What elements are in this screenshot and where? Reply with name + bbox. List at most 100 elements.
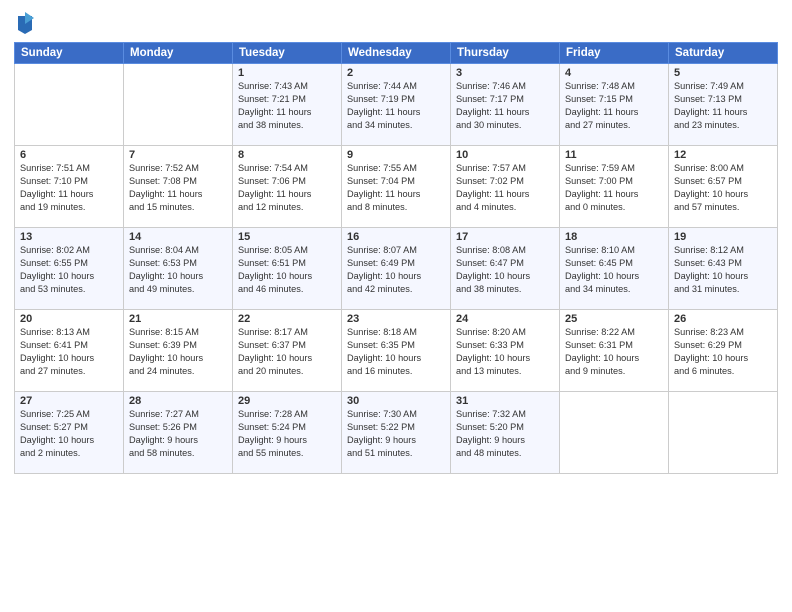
day-info: Sunrise: 7:52 AM Sunset: 7:08 PM Dayligh…: [129, 162, 227, 214]
day-info: Sunrise: 8:18 AM Sunset: 6:35 PM Dayligh…: [347, 326, 445, 378]
day-info: Sunrise: 7:57 AM Sunset: 7:02 PM Dayligh…: [456, 162, 554, 214]
header: [14, 10, 778, 34]
day-number: 15: [238, 231, 336, 243]
calendar-day-cell: 28Sunrise: 7:27 AM Sunset: 5:26 PM Dayli…: [124, 392, 233, 474]
day-info: Sunrise: 8:04 AM Sunset: 6:53 PM Dayligh…: [129, 244, 227, 296]
day-number: 3: [456, 67, 554, 79]
day-number: 26: [674, 313, 772, 325]
calendar-week-row: 27Sunrise: 7:25 AM Sunset: 5:27 PM Dayli…: [15, 392, 778, 474]
day-info: Sunrise: 8:13 AM Sunset: 6:41 PM Dayligh…: [20, 326, 118, 378]
calendar-day-cell: 8Sunrise: 7:54 AM Sunset: 7:06 PM Daylig…: [233, 146, 342, 228]
day-of-week-header: Sunday: [15, 43, 124, 64]
calendar-day-cell: 26Sunrise: 8:23 AM Sunset: 6:29 PM Dayli…: [669, 310, 778, 392]
day-of-week-header: Monday: [124, 43, 233, 64]
logo: [14, 14, 34, 34]
day-info: Sunrise: 7:55 AM Sunset: 7:04 PM Dayligh…: [347, 162, 445, 214]
calendar-week-row: 6Sunrise: 7:51 AM Sunset: 7:10 PM Daylig…: [15, 146, 778, 228]
calendar-day-cell: 17Sunrise: 8:08 AM Sunset: 6:47 PM Dayli…: [451, 228, 560, 310]
day-info: Sunrise: 7:25 AM Sunset: 5:27 PM Dayligh…: [20, 408, 118, 460]
day-info: Sunrise: 7:46 AM Sunset: 7:17 PM Dayligh…: [456, 80, 554, 132]
day-number: 6: [20, 149, 118, 161]
day-number: 13: [20, 231, 118, 243]
calendar-day-cell: 5Sunrise: 7:49 AM Sunset: 7:13 PM Daylig…: [669, 64, 778, 146]
day-number: 14: [129, 231, 227, 243]
day-number: 5: [674, 67, 772, 79]
calendar-day-cell: 15Sunrise: 8:05 AM Sunset: 6:51 PM Dayli…: [233, 228, 342, 310]
day-info: Sunrise: 7:49 AM Sunset: 7:13 PM Dayligh…: [674, 80, 772, 132]
calendar-day-cell: 22Sunrise: 8:17 AM Sunset: 6:37 PM Dayli…: [233, 310, 342, 392]
calendar-day-cell: [669, 392, 778, 474]
calendar-day-cell: 7Sunrise: 7:52 AM Sunset: 7:08 PM Daylig…: [124, 146, 233, 228]
day-number: 12: [674, 149, 772, 161]
calendar-day-cell: 27Sunrise: 7:25 AM Sunset: 5:27 PM Dayli…: [15, 392, 124, 474]
day-number: 19: [674, 231, 772, 243]
day-number: 21: [129, 313, 227, 325]
day-number: 10: [456, 149, 554, 161]
calendar-day-cell: 16Sunrise: 8:07 AM Sunset: 6:49 PM Dayli…: [342, 228, 451, 310]
calendar-day-cell: 9Sunrise: 7:55 AM Sunset: 7:04 PM Daylig…: [342, 146, 451, 228]
calendar-day-cell: 30Sunrise: 7:30 AM Sunset: 5:22 PM Dayli…: [342, 392, 451, 474]
calendar-day-cell: 29Sunrise: 7:28 AM Sunset: 5:24 PM Dayli…: [233, 392, 342, 474]
day-number: 1: [238, 67, 336, 79]
calendar-day-cell: 1Sunrise: 7:43 AM Sunset: 7:21 PM Daylig…: [233, 64, 342, 146]
day-info: Sunrise: 7:30 AM Sunset: 5:22 PM Dayligh…: [347, 408, 445, 460]
calendar-week-row: 13Sunrise: 8:02 AM Sunset: 6:55 PM Dayli…: [15, 228, 778, 310]
day-number: 30: [347, 395, 445, 407]
calendar-day-cell: 4Sunrise: 7:48 AM Sunset: 7:15 PM Daylig…: [560, 64, 669, 146]
day-info: Sunrise: 8:05 AM Sunset: 6:51 PM Dayligh…: [238, 244, 336, 296]
day-info: Sunrise: 8:23 AM Sunset: 6:29 PM Dayligh…: [674, 326, 772, 378]
day-of-week-header: Wednesday: [342, 43, 451, 64]
day-number: 2: [347, 67, 445, 79]
calendar-week-row: 20Sunrise: 8:13 AM Sunset: 6:41 PM Dayli…: [15, 310, 778, 392]
calendar-day-cell: 11Sunrise: 7:59 AM Sunset: 7:00 PM Dayli…: [560, 146, 669, 228]
day-info: Sunrise: 7:28 AM Sunset: 5:24 PM Dayligh…: [238, 408, 336, 460]
day-number: 16: [347, 231, 445, 243]
day-info: Sunrise: 8:20 AM Sunset: 6:33 PM Dayligh…: [456, 326, 554, 378]
day-info: Sunrise: 7:54 AM Sunset: 7:06 PM Dayligh…: [238, 162, 336, 214]
day-number: 17: [456, 231, 554, 243]
day-number: 18: [565, 231, 663, 243]
day-info: Sunrise: 7:27 AM Sunset: 5:26 PM Dayligh…: [129, 408, 227, 460]
day-info: Sunrise: 8:07 AM Sunset: 6:49 PM Dayligh…: [347, 244, 445, 296]
day-number: 25: [565, 313, 663, 325]
day-number: 11: [565, 149, 663, 161]
calendar-header-row: SundayMondayTuesdayWednesdayThursdayFrid…: [15, 43, 778, 64]
day-of-week-header: Thursday: [451, 43, 560, 64]
calendar-day-cell: 14Sunrise: 8:04 AM Sunset: 6:53 PM Dayli…: [124, 228, 233, 310]
day-info: Sunrise: 8:08 AM Sunset: 6:47 PM Dayligh…: [456, 244, 554, 296]
calendar-day-cell: 13Sunrise: 8:02 AM Sunset: 6:55 PM Dayli…: [15, 228, 124, 310]
day-number: 23: [347, 313, 445, 325]
day-info: Sunrise: 7:59 AM Sunset: 7:00 PM Dayligh…: [565, 162, 663, 214]
calendar-day-cell: 21Sunrise: 8:15 AM Sunset: 6:39 PM Dayli…: [124, 310, 233, 392]
day-number: 20: [20, 313, 118, 325]
day-number: 7: [129, 149, 227, 161]
day-number: 24: [456, 313, 554, 325]
day-number: 8: [238, 149, 336, 161]
day-number: 9: [347, 149, 445, 161]
calendar-day-cell: 12Sunrise: 8:00 AM Sunset: 6:57 PM Dayli…: [669, 146, 778, 228]
day-info: Sunrise: 8:17 AM Sunset: 6:37 PM Dayligh…: [238, 326, 336, 378]
calendar-day-cell: 23Sunrise: 8:18 AM Sunset: 6:35 PM Dayli…: [342, 310, 451, 392]
day-info: Sunrise: 7:43 AM Sunset: 7:21 PM Dayligh…: [238, 80, 336, 132]
day-info: Sunrise: 8:00 AM Sunset: 6:57 PM Dayligh…: [674, 162, 772, 214]
calendar-day-cell: 20Sunrise: 8:13 AM Sunset: 6:41 PM Dayli…: [15, 310, 124, 392]
page: SundayMondayTuesdayWednesdayThursdayFrid…: [0, 0, 792, 612]
day-info: Sunrise: 7:51 AM Sunset: 7:10 PM Dayligh…: [20, 162, 118, 214]
calendar-day-cell: 2Sunrise: 7:44 AM Sunset: 7:19 PM Daylig…: [342, 64, 451, 146]
calendar-day-cell: 10Sunrise: 7:57 AM Sunset: 7:02 PM Dayli…: [451, 146, 560, 228]
day-info: Sunrise: 8:02 AM Sunset: 6:55 PM Dayligh…: [20, 244, 118, 296]
day-info: Sunrise: 8:10 AM Sunset: 6:45 PM Dayligh…: [565, 244, 663, 296]
calendar-day-cell: 31Sunrise: 7:32 AM Sunset: 5:20 PM Dayli…: [451, 392, 560, 474]
day-number: 29: [238, 395, 336, 407]
day-info: Sunrise: 7:32 AM Sunset: 5:20 PM Dayligh…: [456, 408, 554, 460]
calendar-day-cell: 25Sunrise: 8:22 AM Sunset: 6:31 PM Dayli…: [560, 310, 669, 392]
day-info: Sunrise: 8:15 AM Sunset: 6:39 PM Dayligh…: [129, 326, 227, 378]
day-info: Sunrise: 7:48 AM Sunset: 7:15 PM Dayligh…: [565, 80, 663, 132]
day-of-week-header: Tuesday: [233, 43, 342, 64]
day-info: Sunrise: 8:22 AM Sunset: 6:31 PM Dayligh…: [565, 326, 663, 378]
day-number: 31: [456, 395, 554, 407]
calendar-week-row: 1Sunrise: 7:43 AM Sunset: 7:21 PM Daylig…: [15, 64, 778, 146]
logo-icon: [16, 12, 34, 34]
calendar-day-cell: [560, 392, 669, 474]
calendar-day-cell: [124, 64, 233, 146]
